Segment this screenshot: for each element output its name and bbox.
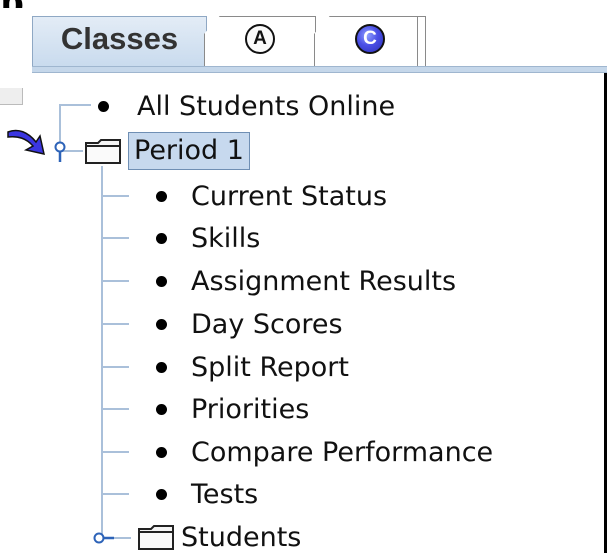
bullet-icon	[156, 488, 167, 500]
tree-line	[101, 408, 129, 410]
tree-line	[101, 280, 129, 282]
bullet-icon	[156, 361, 167, 373]
students-label: Students	[181, 521, 302, 553]
period-label: Period 1	[128, 132, 250, 170]
tree-expand-handle-icon[interactable]	[49, 140, 71, 162]
tree-item-label: Compare Performance	[191, 436, 494, 468]
tree-line	[101, 195, 129, 197]
tree-line	[101, 323, 129, 325]
tree-line	[101, 166, 103, 538]
tree-item-priorities[interactable]: Priorities	[156, 389, 309, 429]
tree-item-skills[interactable]: Skills	[156, 218, 260, 258]
tree-item-tests[interactable]: Tests	[156, 474, 258, 514]
tree-item-label: Split Report	[191, 351, 349, 383]
tree-item-label: Skills	[191, 222, 261, 254]
bullet-icon	[156, 190, 167, 202]
tab-classes[interactable]: Classes	[32, 16, 207, 66]
tab-baseline	[32, 66, 607, 73]
tree-line	[59, 104, 91, 106]
tree-line	[101, 493, 129, 495]
bullet-icon	[156, 403, 167, 415]
tree-item-label: All Students Online	[137, 90, 396, 122]
tree-item-label: Tests	[191, 478, 259, 510]
tree-line	[101, 237, 129, 239]
tree-item-label: Current Status	[191, 180, 388, 212]
window-title-fragment: p	[0, 0, 120, 8]
letter-a-circle-icon: A	[245, 23, 275, 54]
bullet-icon	[156, 275, 167, 287]
tree-line	[101, 366, 129, 368]
blue-arrow-pointer-icon	[7, 129, 45, 155]
bullet-icon	[156, 446, 167, 458]
tree-node-period[interactable]: Period 1	[84, 131, 250, 171]
tree-item-day-scores[interactable]: Day Scores	[156, 304, 343, 344]
panel-edge	[0, 88, 23, 105]
bullet-icon	[98, 100, 109, 112]
folder-icon	[85, 139, 121, 164]
tree-item-compare-performance[interactable]: Compare Performance	[156, 432, 493, 472]
tree-item-label: Day Scores	[191, 308, 343, 340]
tree-item-label: Priorities	[191, 393, 310, 425]
tree-item-current-status[interactable]: Current Status	[156, 176, 387, 216]
tab-divider	[417, 16, 418, 66]
tree-item-split-report[interactable]: Split Report	[156, 347, 349, 387]
tab-strip: Classes A C	[32, 8, 607, 73]
tree-item-label: Assignment Results	[191, 265, 457, 297]
letter-c-circle-icon: C	[355, 23, 385, 54]
tree-item-assignment-results[interactable]: Assignment Results	[156, 261, 456, 301]
tab-classes-label: Classes	[60, 20, 179, 56]
bullet-icon	[156, 318, 167, 330]
tree-line	[101, 451, 129, 453]
tree-node-students[interactable]: Students	[137, 517, 301, 557]
tree-collapse-handle-icon[interactable]	[92, 527, 114, 549]
bullet-icon	[156, 232, 167, 244]
tab-c[interactable]: C	[314, 16, 426, 66]
folder-icon	[138, 525, 174, 550]
tab-a[interactable]: A	[204, 16, 316, 66]
tree-item-all-students[interactable]: All Students Online	[98, 86, 395, 126]
